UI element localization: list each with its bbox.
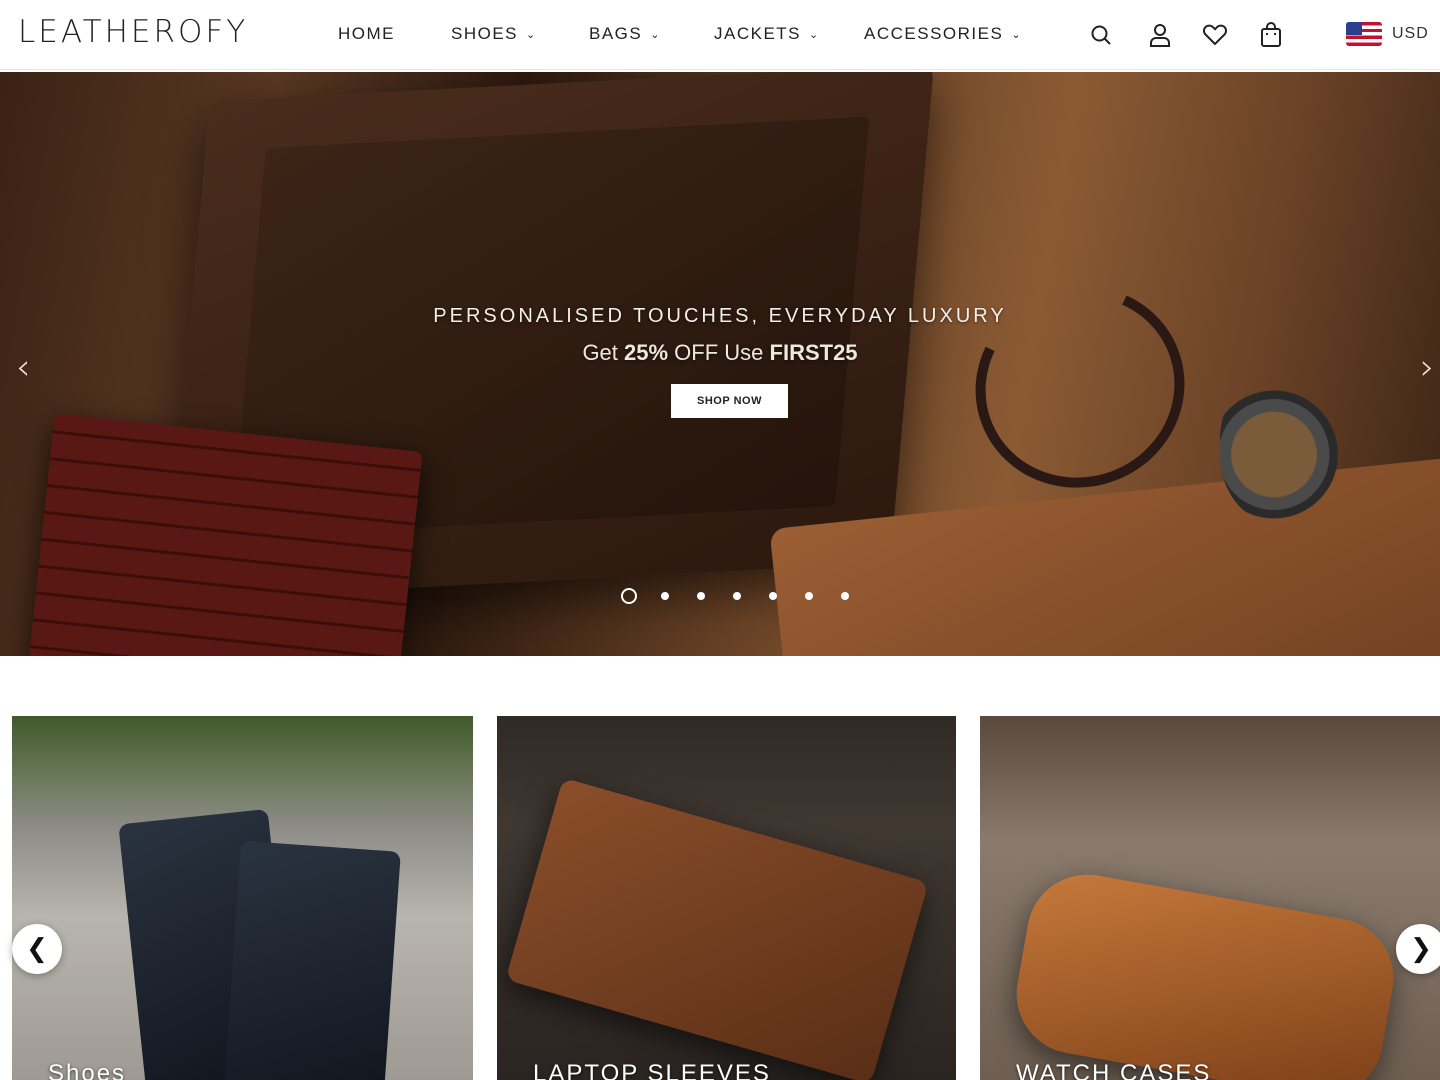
nav-shoes[interactable]: SHOES ⌄ — [451, 24, 537, 44]
hero-image-wallet — [27, 413, 423, 656]
category-label: WATCH CASES — [1016, 1060, 1212, 1080]
slide-dot-2[interactable] — [647, 587, 683, 605]
currency-label: USD — [1392, 25, 1429, 42]
slide-dot-7[interactable] — [827, 587, 863, 605]
laptop-sleeve-image — [505, 777, 929, 1080]
nav-bags-label: BAGS — [589, 24, 643, 43]
hero-prev-arrow-icon[interactable]: ‹ — [16, 347, 30, 388]
category-card-shoes[interactable]: Shoes — [12, 716, 473, 1080]
slide-dot-6[interactable] — [791, 587, 827, 605]
carousel-next-button[interactable]: ❯ — [1396, 924, 1440, 974]
shop-now-button[interactable]: SHOP NOW — [671, 384, 788, 418]
category-card-watch-cases[interactable]: WATCH CASES — [980, 716, 1440, 1080]
nav-bags[interactable]: BAGS ⌄ — [589, 24, 661, 44]
slide-dot-1[interactable] — [611, 587, 647, 605]
chevron-down-icon: ⌄ — [526, 28, 537, 41]
category-label: LAPTOP SLEEVES — [533, 1060, 771, 1080]
nav-accessories[interactable]: ACCESSORIES ⌄ — [864, 24, 1022, 44]
search-icon[interactable] — [1086, 20, 1116, 50]
category-carousel: Shoes LAPTOP SLEEVES WATCH CASES — [0, 716, 1440, 1080]
slide-dot-5[interactable] — [755, 587, 791, 605]
hero-banner: PERSONALISED TOUCHES, EVERYDAY LUXURY Ge… — [0, 72, 1440, 656]
chevron-down-icon: ⌄ — [809, 28, 820, 41]
slide-indicators — [611, 587, 863, 605]
carousel-prev-button[interactable]: ❮ — [12, 924, 62, 974]
chevron-down-icon: ⌄ — [650, 28, 661, 41]
currency-selector[interactable]: USD — [1346, 22, 1429, 46]
nav-jackets-label: JACKETS — [714, 24, 802, 43]
account-icon[interactable] — [1145, 20, 1175, 50]
logo[interactable]: LEATHEROFY — [18, 14, 248, 50]
nav-accessories-label: ACCESSORIES — [864, 24, 1004, 43]
us-flag-icon — [1346, 22, 1382, 46]
nav-home-label: HOME — [338, 24, 395, 43]
nav-shoes-label: SHOES — [451, 24, 519, 43]
nav-home[interactable]: HOME — [338, 24, 395, 44]
cart-bag-icon[interactable] — [1256, 20, 1286, 50]
hero-next-arrow-icon[interactable]: › — [1420, 347, 1434, 388]
hero-image-watch — [1220, 372, 1340, 522]
category-label: Shoes — [48, 1060, 127, 1080]
boot-image — [223, 840, 401, 1080]
wishlist-heart-icon[interactable] — [1200, 20, 1230, 50]
hero-image-bracelet — [947, 257, 1213, 517]
hero-title: PERSONALISED TOUCHES, EVERYDAY LUXURY — [433, 305, 1007, 327]
slide-dot-4[interactable] — [719, 587, 755, 605]
chevron-down-icon: ⌄ — [1011, 28, 1023, 41]
site-header: LEATHEROFY HOME SHOES ⌄ BAGS ⌄ JACKETS ⌄… — [0, 0, 1440, 70]
watch-case-image — [1007, 865, 1403, 1080]
slide-dot-3[interactable] — [683, 587, 719, 605]
hero-subtitle: Get 25% OFF Use FIRST25 — [582, 340, 858, 365]
category-card-laptop-sleeves[interactable]: LAPTOP SLEEVES — [497, 716, 956, 1080]
nav-jackets[interactable]: JACKETS ⌄ — [714, 24, 820, 44]
